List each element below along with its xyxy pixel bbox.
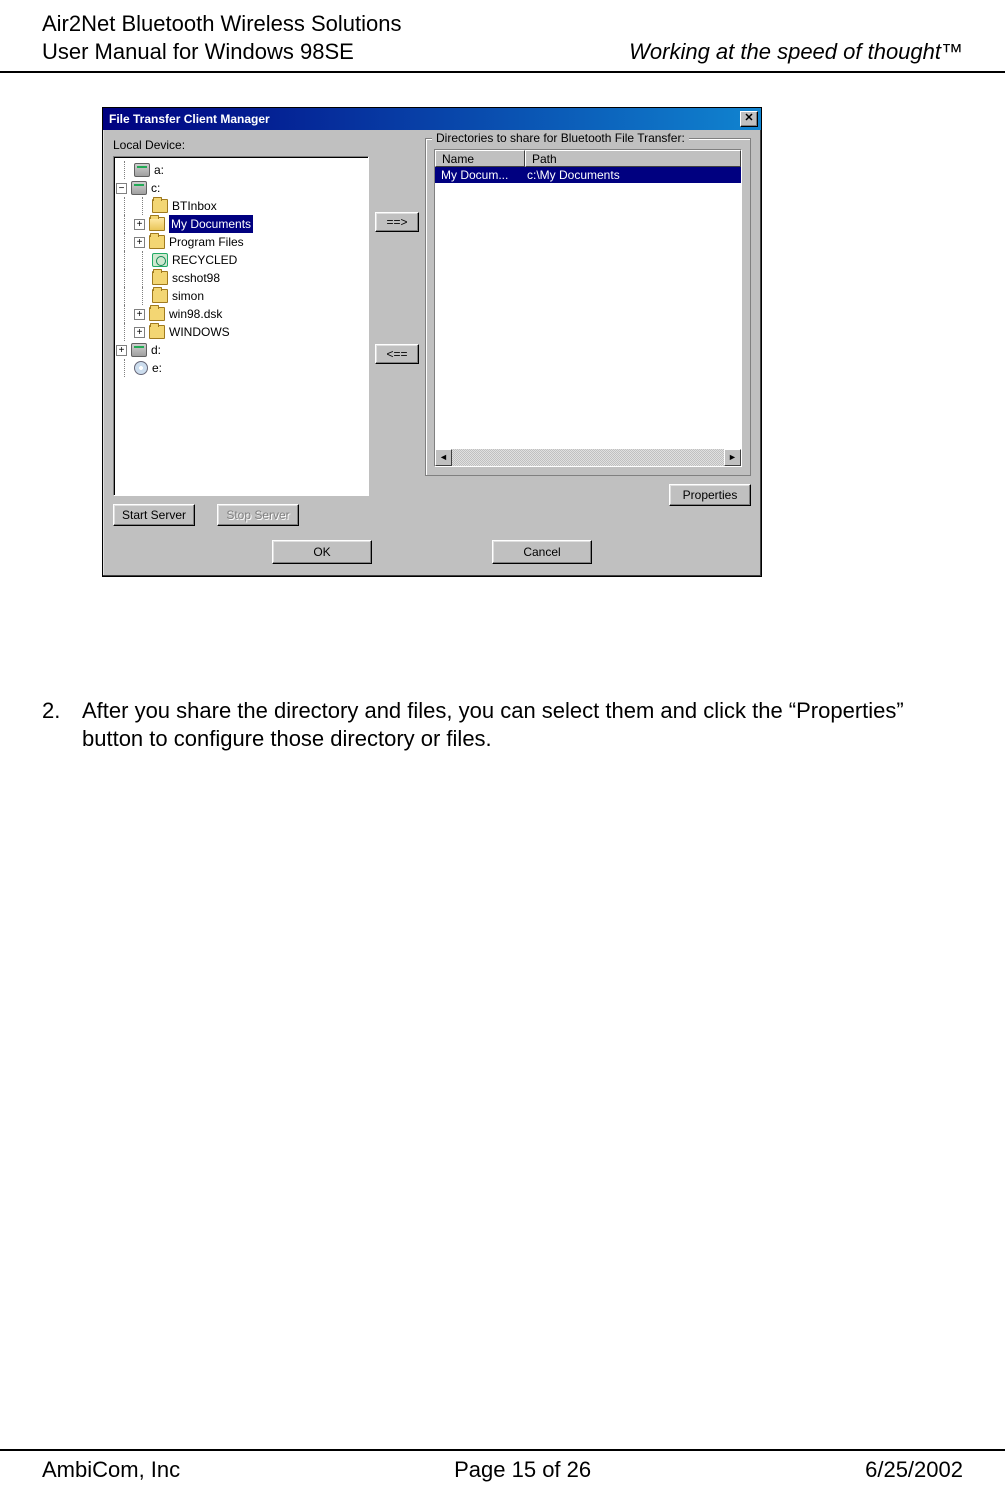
- tree-item-win98dsk[interactable]: + win98.dsk: [116, 305, 366, 323]
- titlebar[interactable]: File Transfer Client Manager ✕: [103, 108, 761, 130]
- expand-icon[interactable]: +: [116, 345, 127, 356]
- header-line2: User Manual for Windows 98SE: [42, 38, 402, 66]
- stop-server-button: Stop Server: [217, 504, 299, 526]
- footer-right: 6/25/2002: [865, 1457, 963, 1483]
- folder-icon: [149, 235, 165, 249]
- instruction-step-2: 2. After you share the directory and fil…: [42, 697, 963, 752]
- collapse-icon[interactable]: −: [116, 183, 127, 194]
- tree-item-d[interactable]: + d:: [116, 341, 366, 359]
- step-text: After you share the directory and files,…: [82, 697, 963, 752]
- drive-icon: [131, 343, 147, 357]
- tree-label: c:: [151, 179, 160, 197]
- tree-item-windows[interactable]: + WINDOWS: [116, 323, 366, 341]
- cancel-button[interactable]: Cancel: [492, 540, 592, 564]
- expand-icon[interactable]: +: [134, 327, 145, 338]
- local-device-tree[interactable]: a: −c: BTInbox +My Documents +Program Fi: [113, 156, 369, 496]
- ok-button[interactable]: OK: [272, 540, 372, 564]
- tree-label: simon: [172, 287, 204, 305]
- expand-icon[interactable]: +: [134, 219, 145, 230]
- share-listview[interactable]: Name Path My Docum... c:\My Documents: [434, 149, 742, 467]
- floppy-icon: [134, 163, 150, 177]
- folder-icon: [152, 271, 168, 285]
- tree-item-recycled[interactable]: RECYCLED: [116, 251, 366, 269]
- horizontal-scrollbar[interactable]: ◄ ►: [435, 449, 741, 466]
- tree-label: a:: [154, 161, 164, 179]
- page-header: Air2Net Bluetooth Wireless Solutions Use…: [0, 0, 1005, 73]
- properties-button[interactable]: Properties: [669, 484, 751, 506]
- list-cell-path: c:\My Documents: [527, 168, 739, 182]
- tree-label: Program Files: [169, 233, 244, 251]
- header-left: Air2Net Bluetooth Wireless Solutions Use…: [42, 10, 402, 65]
- tree-item-btinbox[interactable]: BTInbox: [116, 197, 366, 215]
- tree-label: WINDOWS: [169, 323, 230, 341]
- page-content: File Transfer Client Manager ✕ Local Dev…: [0, 73, 1005, 752]
- folder-icon: [149, 325, 165, 339]
- header-line1: Air2Net Bluetooth Wireless Solutions: [42, 10, 402, 38]
- drive-icon: [131, 181, 147, 195]
- list-cell-name: My Docum...: [437, 168, 527, 182]
- column-name[interactable]: Name: [435, 150, 525, 167]
- scroll-track[interactable]: [452, 449, 724, 466]
- tree-item-a[interactable]: a:: [116, 161, 366, 179]
- tree-item-mydocuments[interactable]: + My Documents: [116, 215, 366, 233]
- recycle-icon: [152, 253, 168, 267]
- tree-item-c[interactable]: − c:: [116, 179, 366, 197]
- folder-icon: [149, 307, 165, 321]
- share-group: Directories to share for Bluetooth File …: [425, 138, 751, 476]
- dialog-title: File Transfer Client Manager: [109, 112, 270, 126]
- tree-label: My Documents: [169, 215, 253, 233]
- scroll-right-icon[interactable]: ►: [724, 449, 741, 466]
- tree-label: RECYCLED: [172, 251, 237, 269]
- folder-icon: [152, 289, 168, 303]
- cdrom-icon: [134, 361, 148, 375]
- local-device-label: Local Device:: [113, 138, 369, 152]
- tree-item-simon[interactable]: simon: [116, 287, 366, 305]
- expand-icon[interactable]: +: [134, 309, 145, 320]
- share-group-label: Directories to share for Bluetooth File …: [432, 131, 689, 145]
- list-item[interactable]: My Docum... c:\My Documents: [435, 167, 741, 183]
- step-number: 2.: [42, 697, 82, 752]
- file-transfer-dialog: File Transfer Client Manager ✕ Local Dev…: [102, 107, 762, 577]
- tree-label: scshot98: [172, 269, 220, 287]
- page-footer: AmbiCom, Inc Page 15 of 26 6/25/2002: [0, 1449, 1005, 1483]
- tree-item-scshot98[interactable]: scshot98: [116, 269, 366, 287]
- folder-icon: [152, 199, 168, 213]
- footer-left: AmbiCom, Inc: [42, 1457, 180, 1483]
- close-icon[interactable]: ✕: [740, 111, 758, 127]
- tree-label: e:: [152, 359, 162, 377]
- listview-header[interactable]: Name Path: [435, 150, 741, 167]
- folder-open-icon: [149, 217, 165, 231]
- tree-label: BTInbox: [172, 197, 217, 215]
- add-share-button[interactable]: ==>: [375, 212, 419, 232]
- column-path[interactable]: Path: [525, 150, 741, 167]
- start-server-button[interactable]: Start Server: [113, 504, 195, 526]
- scroll-left-icon[interactable]: ◄: [435, 449, 452, 466]
- tree-label: d:: [151, 341, 161, 359]
- expand-icon[interactable]: +: [134, 237, 145, 248]
- remove-share-button[interactable]: <==: [375, 344, 419, 364]
- tree-item-programfiles[interactable]: + Program Files: [116, 233, 366, 251]
- header-right: Working at the speed of thought™: [629, 39, 963, 65]
- footer-center: Page 15 of 26: [454, 1457, 591, 1483]
- tree-label: win98.dsk: [169, 305, 222, 323]
- tree-item-e[interactable]: e:: [116, 359, 366, 377]
